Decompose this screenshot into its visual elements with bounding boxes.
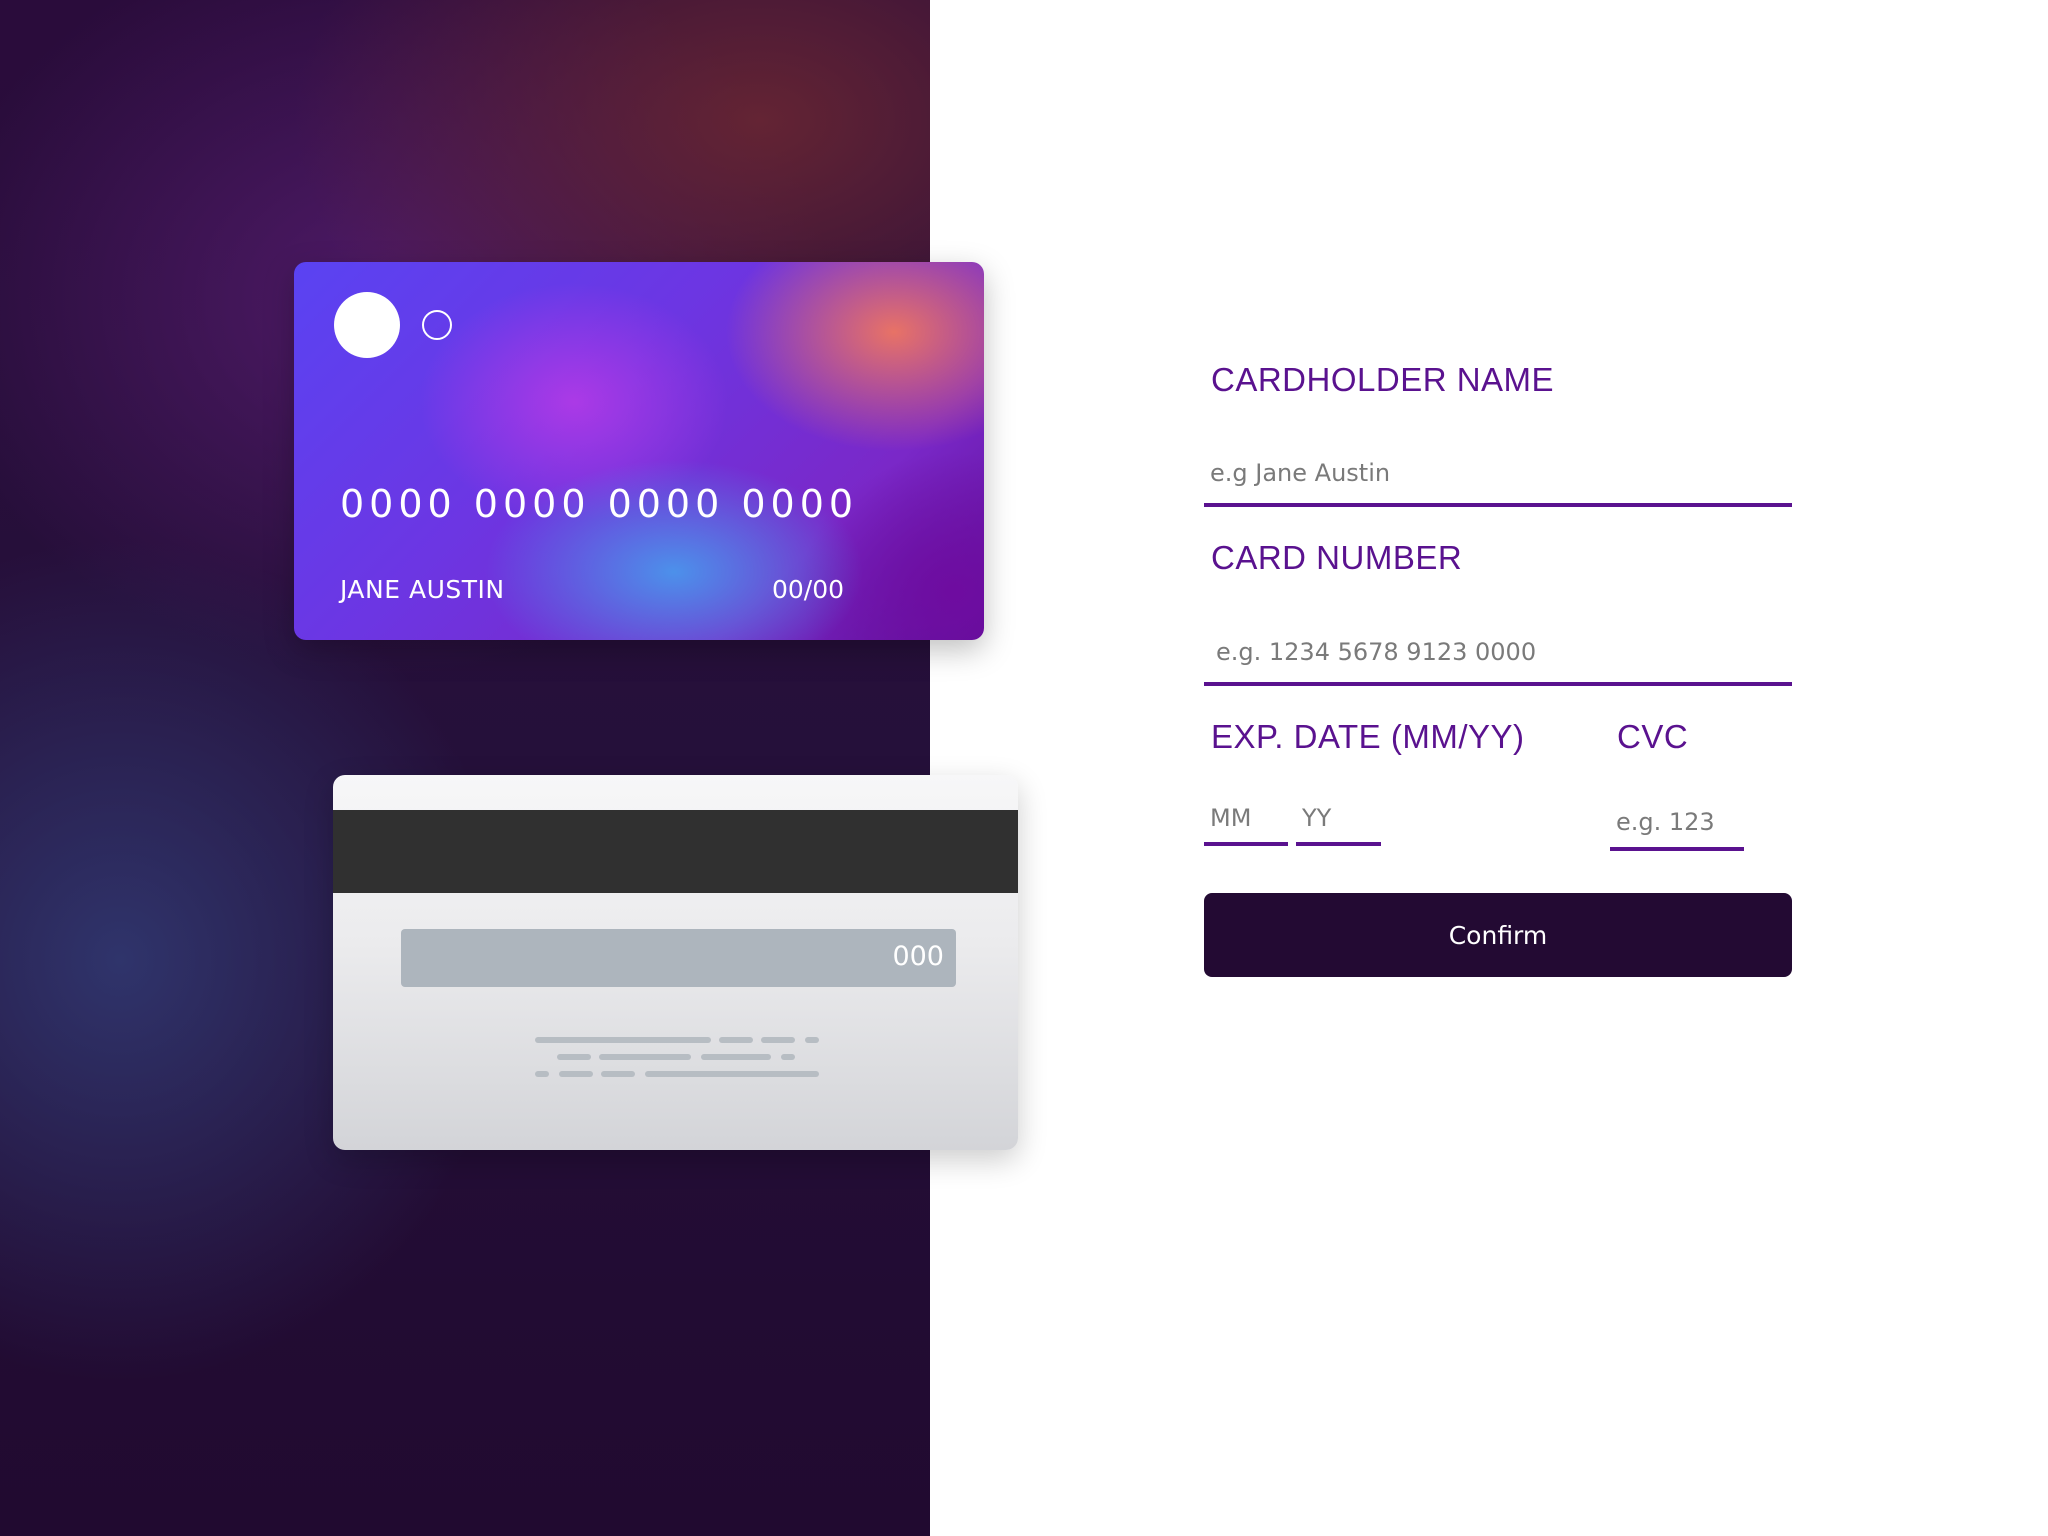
background-panel bbox=[0, 0, 930, 1536]
card-front: 0000 0000 0000 0000 JANE AUSTIN 00/00 bbox=[294, 262, 984, 640]
fine-print-line bbox=[559, 1071, 593, 1077]
card-logo-circle-icon bbox=[334, 292, 400, 358]
fine-print-line bbox=[557, 1054, 591, 1060]
card-front-expiry: 00/00 bbox=[771, 575, 844, 604]
card-number-label: CARD NUMBER bbox=[1211, 539, 1463, 576]
signature-strip: 000 bbox=[401, 929, 956, 987]
form-panel bbox=[930, 0, 2048, 1536]
card-front-name: JANE AUSTIN bbox=[340, 575, 505, 604]
exp-month-input[interactable] bbox=[1204, 794, 1288, 846]
card-number-input[interactable] bbox=[1204, 622, 1792, 686]
exp-date-label: EXP. DATE (MM/YY) bbox=[1211, 718, 1525, 755]
cvc-label: CVC bbox=[1617, 718, 1689, 755]
card-front-number: 0000 0000 0000 0000 bbox=[340, 482, 859, 526]
fine-print-line bbox=[781, 1054, 795, 1060]
fine-print-line bbox=[599, 1054, 691, 1060]
card-back-cvc: 000 bbox=[892, 941, 944, 972]
card-back: 000 bbox=[333, 775, 1018, 1150]
cardholder-name-input[interactable] bbox=[1204, 443, 1792, 507]
fine-print-line bbox=[719, 1037, 753, 1043]
fine-print-line bbox=[701, 1054, 771, 1060]
fine-print-line bbox=[645, 1071, 819, 1077]
fine-print-line bbox=[761, 1037, 795, 1043]
card-logo-ring-icon bbox=[422, 310, 452, 340]
fine-print-line bbox=[535, 1037, 711, 1043]
magnetic-stripe bbox=[333, 810, 1018, 893]
confirm-button[interactable]: Confirm bbox=[1204, 893, 1792, 977]
fine-print-line bbox=[601, 1071, 635, 1077]
cvc-input[interactable] bbox=[1610, 797, 1744, 851]
cardholder-name-label: CARDHOLDER NAME bbox=[1211, 361, 1555, 398]
exp-year-input[interactable] bbox=[1296, 794, 1381, 846]
fine-print-line bbox=[805, 1037, 819, 1043]
fine-print-line bbox=[535, 1071, 549, 1077]
